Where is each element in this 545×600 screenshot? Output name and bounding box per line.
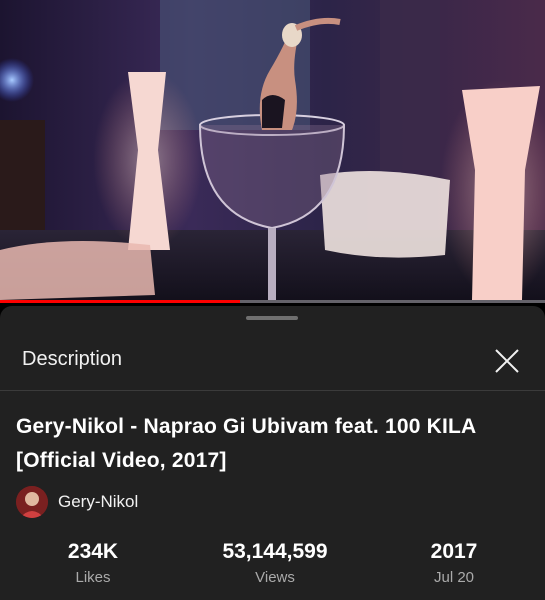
channel-name[interactable]: Gery-Nikol xyxy=(58,492,138,512)
panel-header: Description xyxy=(0,328,545,391)
close-button[interactable] xyxy=(490,344,524,378)
date-stat: 2017 Jul 20 xyxy=(374,540,534,586)
progress-bar-played xyxy=(0,300,240,303)
views-stat: 53,144,599 Views xyxy=(195,540,355,586)
video-frame xyxy=(0,0,545,303)
close-icon xyxy=(495,349,519,373)
video-title: Gery-Nikol - Naprao Gi Ubivam feat. 100 … xyxy=(16,410,516,478)
stats-row: 234K Likes 53,144,599 Views 2017 Jul 20 xyxy=(0,540,545,596)
drag-handle[interactable] xyxy=(246,316,298,320)
video-title-line-1: Gery-Nikol - Naprao Gi Ubivam feat. 100 … xyxy=(16,415,477,438)
channel-row[interactable]: Gery-Nikol xyxy=(16,486,138,518)
avatar[interactable] xyxy=(16,486,48,518)
video-player[interactable] xyxy=(0,0,545,303)
upload-year: 2017 xyxy=(430,540,478,563)
views-label: Views xyxy=(255,569,295,586)
channel-avatar-image xyxy=(16,486,48,518)
description-panel: Description Gery-Nikol - Naprao Gi Ubiva… xyxy=(0,306,545,600)
progress-bar[interactable] xyxy=(0,300,545,303)
upload-date: Jul 20 xyxy=(433,569,475,586)
video-title-line-2: [Official Video, 2017] xyxy=(16,449,227,472)
panel-title: Description xyxy=(22,348,123,370)
likes-stat: 234K Likes xyxy=(13,540,173,586)
likes-label: Likes xyxy=(75,569,111,586)
likes-count: 234K xyxy=(67,540,119,563)
views-count: 53,144,599 xyxy=(222,540,328,563)
